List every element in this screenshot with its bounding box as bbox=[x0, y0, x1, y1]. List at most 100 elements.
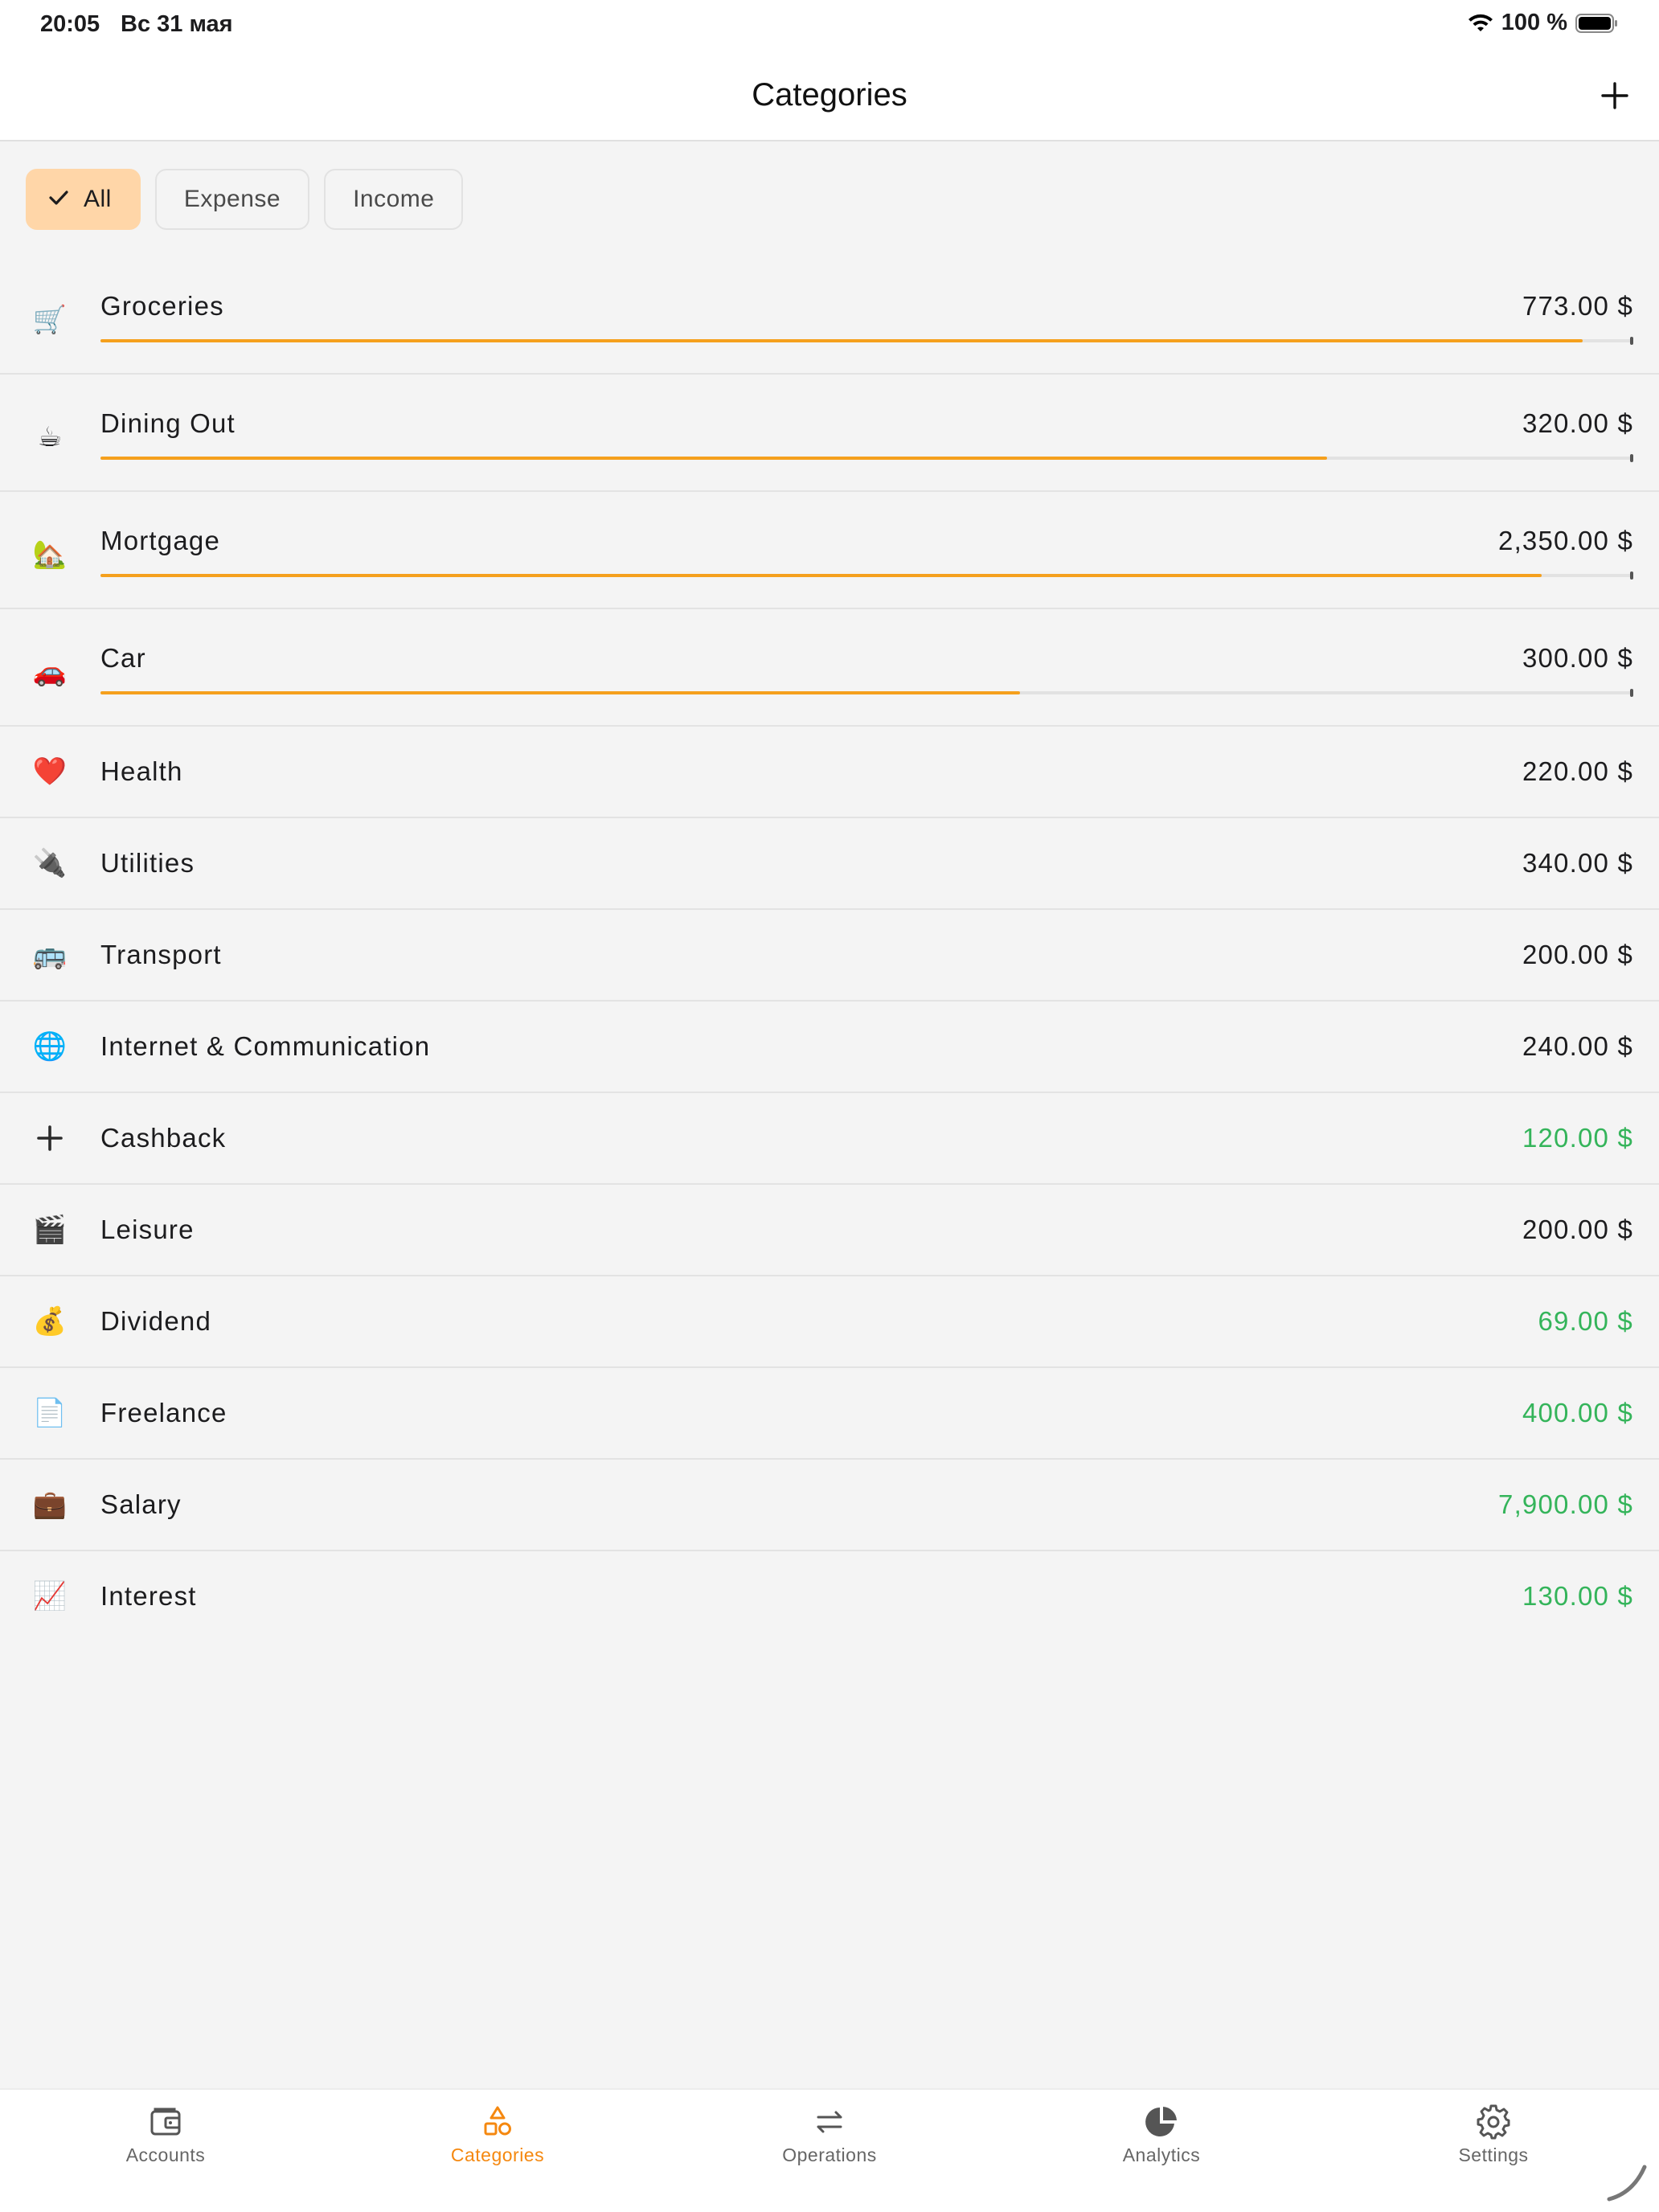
category-name: Transport bbox=[100, 940, 222, 969]
category-name: Salary bbox=[100, 1489, 182, 1519]
category-row-internet[interactable]: 🌐 Internet & Communication 240.00 $ bbox=[0, 1002, 1659, 1093]
category-row-dividend[interactable]: 💰 Dividend 69.00 $ bbox=[0, 1276, 1659, 1368]
category-name: Utilities bbox=[100, 848, 195, 878]
category-row-cashback[interactable]: Cashback 120.00 $ bbox=[0, 1093, 1659, 1185]
heart-icon: ❤️ bbox=[32, 756, 68, 787]
budget-progress-fill bbox=[100, 339, 1583, 342]
status-time: 20:05 bbox=[40, 11, 100, 37]
budget-limit-marker bbox=[1630, 454, 1633, 462]
category-row-salary[interactable]: 💼 Salary 7,900.00 $ bbox=[0, 1460, 1659, 1551]
category-amount: 200.00 $ bbox=[1522, 940, 1633, 969]
category-name: Interest bbox=[100, 1581, 197, 1611]
arrows-swap-icon bbox=[812, 2104, 847, 2140]
budget-progress-bar bbox=[100, 571, 1633, 580]
category-row-mortgage[interactable]: 🏡 Mortgage 2,350.00 $ bbox=[0, 492, 1659, 609]
tab-label: Settings bbox=[1458, 2144, 1529, 2165]
briefcase-icon: 💼 bbox=[32, 1489, 68, 1520]
page-title: Categories bbox=[752, 77, 907, 113]
tab-settings[interactable]: Settings bbox=[1373, 2104, 1614, 2166]
clapperboard-icon: 🎬 bbox=[32, 1215, 68, 1245]
budget-progress-bar bbox=[100, 337, 1633, 345]
budget-limit-marker bbox=[1630, 571, 1633, 580]
category-row-leisure[interactable]: 🎬 Leisure 200.00 $ bbox=[0, 1185, 1659, 1276]
tab-bar: Accounts Categories Operations Analytics… bbox=[0, 2088, 1659, 2212]
navigation-bar: Categories bbox=[0, 51, 1659, 141]
category-name: Mortgage bbox=[100, 526, 221, 555]
bus-icon: 🚌 bbox=[32, 940, 68, 970]
wifi-icon bbox=[1468, 14, 1493, 33]
budget-limit-marker bbox=[1630, 337, 1633, 345]
filter-all-label: All bbox=[84, 186, 112, 212]
shopping-cart-icon: 🛒 bbox=[32, 305, 68, 335]
tab-label: Accounts bbox=[125, 2144, 206, 2165]
add-category-button[interactable] bbox=[1587, 69, 1643, 125]
document-icon: 📄 bbox=[32, 1398, 68, 1428]
filter-income-label: Income bbox=[353, 186, 435, 212]
category-amount: 200.00 $ bbox=[1522, 1215, 1633, 1244]
status-bar: 20:05 Вс 31 мая 100 % bbox=[0, 0, 1659, 51]
hot-drink-icon: ☕ bbox=[37, 422, 63, 453]
app-screen: 20:05 Вс 31 мая 100 % Categories All Exp… bbox=[0, 0, 1659, 2212]
category-row-freelance[interactable]: 📄 Freelance 400.00 $ bbox=[0, 1368, 1659, 1460]
category-amount: 400.00 $ bbox=[1522, 1398, 1633, 1428]
corner-grabber[interactable] bbox=[1603, 2157, 1651, 2206]
category-row-car[interactable]: 🚗 Car 300.00 $ bbox=[0, 609, 1659, 727]
category-amount: 130.00 $ bbox=[1522, 1581, 1633, 1611]
tab-label: Categories bbox=[450, 2144, 545, 2165]
checkmark-icon bbox=[48, 186, 69, 213]
plus-icon bbox=[1600, 81, 1629, 114]
category-amount: 773.00 $ bbox=[1522, 291, 1633, 321]
tab-label: Operations bbox=[782, 2144, 877, 2165]
battery-percent: 100 % bbox=[1501, 10, 1567, 35]
gear-icon bbox=[1476, 2104, 1511, 2140]
globe-icon: 🌐 bbox=[32, 1031, 68, 1062]
category-list: 🛒 Groceries 773.00 $ ☕ Dining Out 320.00… bbox=[0, 257, 1659, 1643]
shapes-icon bbox=[480, 2104, 515, 2140]
battery-icon bbox=[1575, 13, 1619, 34]
category-row-interest[interactable]: 📈 Interest 130.00 $ bbox=[0, 1551, 1659, 1643]
chart-up-icon: 📈 bbox=[32, 1581, 68, 1612]
category-name: Internet & Communication bbox=[100, 1031, 431, 1061]
filter-expense-chip[interactable]: Expense bbox=[154, 169, 310, 230]
category-amount: 120.00 $ bbox=[1522, 1123, 1633, 1153]
filter-expense-label: Expense bbox=[183, 186, 281, 212]
budget-progress-bar bbox=[100, 454, 1633, 462]
status-date: Вс 31 мая bbox=[121, 11, 233, 37]
pie-chart-icon bbox=[1144, 2104, 1179, 2140]
category-amount: 69.00 $ bbox=[1538, 1306, 1633, 1336]
tab-label: Analytics bbox=[1122, 2144, 1201, 2165]
budget-limit-marker bbox=[1630, 689, 1633, 697]
tab-operations[interactable]: Operations bbox=[709, 2104, 950, 2166]
budget-progress-fill bbox=[100, 457, 1327, 460]
tab-categories[interactable]: Categories bbox=[377, 2104, 618, 2166]
category-amount: 340.00 $ bbox=[1522, 848, 1633, 878]
category-amount: 2,350.00 $ bbox=[1498, 526, 1633, 555]
category-name: Dividend bbox=[100, 1306, 212, 1336]
filter-income-chip[interactable]: Income bbox=[324, 169, 464, 230]
status-indicators: 100 % bbox=[1468, 10, 1619, 36]
category-row-utilities[interactable]: 🔌 Utilities 340.00 $ bbox=[0, 818, 1659, 910]
coins-folder-icon: 💰 bbox=[32, 1306, 68, 1337]
category-name: Car bbox=[100, 643, 146, 673]
budget-progress-bar bbox=[100, 689, 1633, 697]
category-row-dining-out[interactable]: ☕ Dining Out 320.00 $ bbox=[0, 375, 1659, 492]
plug-icon: 🔌 bbox=[32, 848, 68, 879]
budget-progress-fill bbox=[100, 574, 1542, 577]
category-name: Health bbox=[100, 756, 183, 786]
tab-accounts[interactable]: Accounts bbox=[45, 2104, 286, 2166]
category-row-health[interactable]: ❤️ Health 220.00 $ bbox=[0, 727, 1659, 818]
category-amount: 300.00 $ bbox=[1522, 643, 1633, 673]
category-name: Freelance bbox=[100, 1398, 227, 1428]
category-row-transport[interactable]: 🚌 Transport 200.00 $ bbox=[0, 910, 1659, 1002]
category-amount: 240.00 $ bbox=[1522, 1031, 1633, 1061]
category-name: Cashback bbox=[100, 1123, 227, 1153]
category-row-groceries[interactable]: 🛒 Groceries 773.00 $ bbox=[0, 257, 1659, 375]
category-amount: 220.00 $ bbox=[1522, 756, 1633, 786]
tab-analytics[interactable]: Analytics bbox=[1041, 2104, 1282, 2166]
category-amount: 320.00 $ bbox=[1522, 408, 1633, 438]
category-filter: All Expense Income bbox=[26, 169, 464, 230]
category-name: Leisure bbox=[100, 1215, 195, 1244]
plus-icon bbox=[32, 1120, 68, 1156]
category-name: Dining Out bbox=[100, 408, 236, 438]
filter-all-chip[interactable]: All bbox=[26, 169, 141, 230]
